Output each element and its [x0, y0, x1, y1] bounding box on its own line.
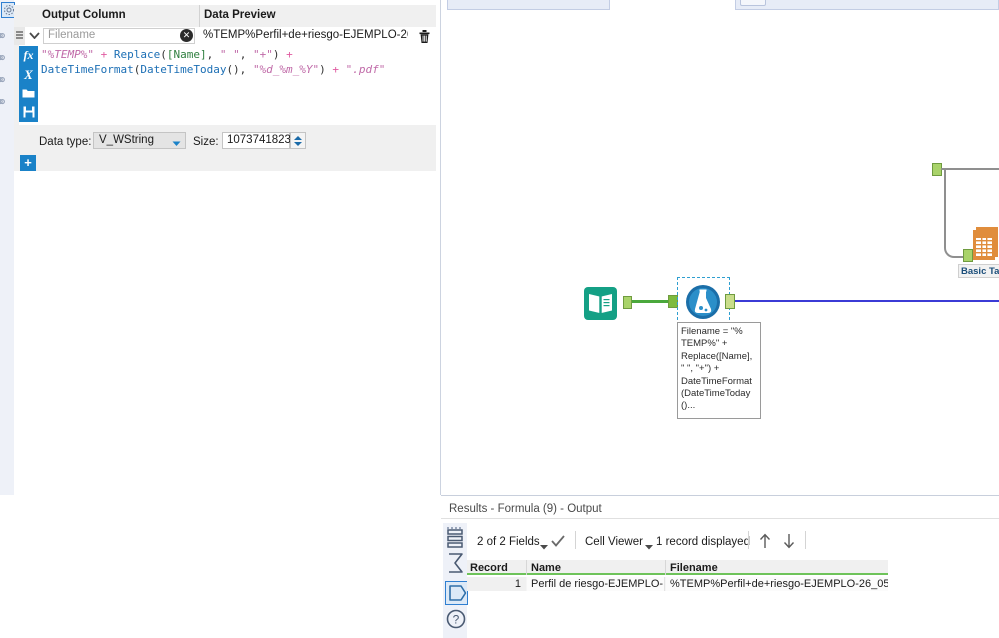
rail-gear-icon-4[interactable]: ⚭ — [0, 72, 13, 90]
input-data-output-port[interactable] — [623, 296, 632, 309]
size-label: Size: — [193, 136, 219, 148]
cell-filename-value: %TEMP%Perfil+de+riesgo-EJEMPLO-26_05_202… — [670, 578, 888, 590]
formula-tool-icon[interactable] — [685, 284, 721, 320]
results-table-header-filler — [888, 560, 999, 575]
records-displayed-label: 1 record displayed — [656, 536, 750, 548]
delete-row-trash-icon[interactable] — [417, 27, 433, 45]
scroll-up-arrow-icon[interactable] — [757, 532, 775, 550]
left-icon-rail: ⚭ ⚭ ⚭ ⚭ — [0, 0, 15, 495]
drag-handle-lines-icon — [16, 31, 23, 33]
data-type-value: V_WString — [99, 134, 154, 146]
cell-viewer-label[interactable]: Cell Viewer — [585, 536, 643, 548]
add-field-button[interactable]: + — [20, 155, 36, 171]
formula-expression[interactable]: "%TEMP%" + Replace([Name], " ", "+") + D… — [41, 47, 431, 77]
scroll-down-arrow-icon[interactable] — [781, 532, 799, 550]
column-divider-2 — [665, 560, 666, 575]
formula-op-plus-2: + — [279, 48, 293, 61]
toolbar-separator-2 — [748, 531, 749, 549]
column-header-name[interactable]: Name — [531, 562, 561, 574]
formula-field-name: [Name] — [166, 48, 207, 61]
formula-string-space: " " — [219, 48, 240, 61]
cell-name-value: Perfil de riesgo-EJEMPLO- — [531, 578, 664, 590]
formula-fn-datetimeformat: DateTimeFormat — [41, 63, 134, 76]
table-row-filler — [888, 577, 999, 591]
formula-op-plus-3: + — [325, 63, 346, 76]
cell-record-value: 1 — [514, 578, 521, 590]
stepper-down-icon[interactable] — [294, 142, 302, 146]
top-partial-panel-left — [447, 0, 610, 10]
formula-op-plus-1: + — [93, 48, 114, 61]
results-title: Results - Formula (9) - Output — [449, 503, 602, 515]
cell-record: 1 — [467, 577, 526, 591]
basic-table-node-label: Basic Tab — [958, 264, 999, 278]
data-type-chevron-down-icon[interactable] — [172, 138, 181, 150]
connection-input-to-formula — [631, 300, 669, 303]
formula-output-port[interactable] — [725, 294, 735, 309]
data-preview-value: %TEMP%Perfil+de+riesgo-EJEMPLO-26_05_2..… — [203, 29, 408, 41]
results-rail-grip-icon[interactable] — [447, 521, 463, 529]
column-header-record[interactable]: Record — [470, 562, 508, 574]
rail-gear-icon-3[interactable]: ⚭ — [0, 50, 13, 68]
output-column-value: Filename — [48, 29, 96, 41]
toolbar-separator-1 — [575, 531, 576, 549]
connection-formula-output — [735, 300, 999, 302]
column-header-filename[interactable]: Filename — [670, 562, 718, 574]
results-summary-sigma-icon[interactable] — [445, 551, 466, 575]
top-partial-panel-right — [735, 0, 999, 10]
formula-empty-parens: (), — [226, 63, 253, 76]
formula-string-temp: "%TEMP%" — [41, 48, 94, 61]
output-column-header: Output Column — [42, 9, 126, 21]
cell-filename[interactable]: %TEMP%Perfil+de+riesgo-EJEMPLO-26_05_202… — [666, 577, 888, 591]
save-icon[interactable] — [19, 103, 38, 122]
results-records-icon[interactable] — [445, 527, 466, 551]
formula-comma-2: , — [239, 48, 253, 61]
basic-table-tool-icon[interactable] — [972, 225, 999, 261]
toolbar-separator-3 — [805, 531, 806, 549]
basic-table-label-text: Basic Tab — [961, 266, 999, 277]
rail-gear-icon-5[interactable]: ⚭ — [0, 94, 13, 112]
formula-editor-toolbar: fx X — [19, 46, 38, 122]
panel-empty-area — [14, 171, 440, 495]
formula-fn-replace: Replace — [113, 48, 161, 61]
add-row-strip — [14, 155, 440, 171]
insert-variable-x-icon[interactable]: X — [19, 65, 38, 84]
cell-viewer-chevron-down-icon[interactable] — [645, 541, 653, 553]
apply-filter-check-icon[interactable] — [550, 533, 566, 549]
fields-selector-label[interactable]: 2 of 2 Fields — [477, 536, 540, 548]
formula-string-plus: "+" — [252, 48, 273, 61]
data-preview-header: Data Preview — [204, 9, 276, 21]
header-divider — [199, 5, 200, 27]
insert-function-fx-icon[interactable]: fx — [19, 46, 38, 65]
workflow-canvas[interactable] — [441, 20, 999, 495]
results-help-icon[interactable]: ? — [445, 607, 466, 631]
clear-glyph: ✕ — [182, 30, 191, 40]
formula-annotation-text: Filename = "% TEMP%" + Replace([Name], "… — [681, 326, 753, 412]
formula-comma-1: , — [206, 48, 220, 61]
formula-string-pdf: ".pdf" — [345, 63, 386, 76]
formula-paren-1: ( — [160, 48, 167, 61]
open-folder-icon[interactable] — [19, 84, 38, 103]
data-type-label: Data type: — [39, 136, 92, 148]
clear-field-icon[interactable]: ✕ — [180, 29, 193, 42]
svg-text:?: ? — [453, 613, 460, 627]
results-output-tag-icon[interactable] — [445, 581, 468, 605]
cell-name[interactable]: Perfil de riesgo-EJEMPLO- — [527, 577, 665, 591]
formula-string-dateformat: "%d_%m_%Y" — [252, 63, 320, 76]
column-divider-1 — [526, 560, 527, 575]
row-drag-handle[interactable] — [14, 27, 25, 45]
input-data-tool-icon[interactable] — [584, 287, 617, 320]
canvas-left-divider — [436, 0, 441, 495]
row-expand-chevron-down-icon[interactable] — [25, 28, 43, 44]
rail-gear-icon-2[interactable]: ⚭ — [0, 28, 13, 46]
fields-chevron-down-icon[interactable] — [540, 541, 548, 553]
formula-fn-datetimetoday: DateTimeToday — [140, 63, 227, 76]
formula-paren-4: ) — [319, 63, 326, 76]
size-value: 1073741823 — [227, 134, 291, 146]
rail-gear-selected-icon[interactable] — [1, 2, 15, 18]
top-partial-button[interactable] — [740, 0, 766, 6]
stepper-up-icon[interactable] — [294, 136, 302, 140]
size-stepper[interactable] — [290, 132, 306, 149]
upstream-connection-horizontal — [941, 168, 999, 170]
